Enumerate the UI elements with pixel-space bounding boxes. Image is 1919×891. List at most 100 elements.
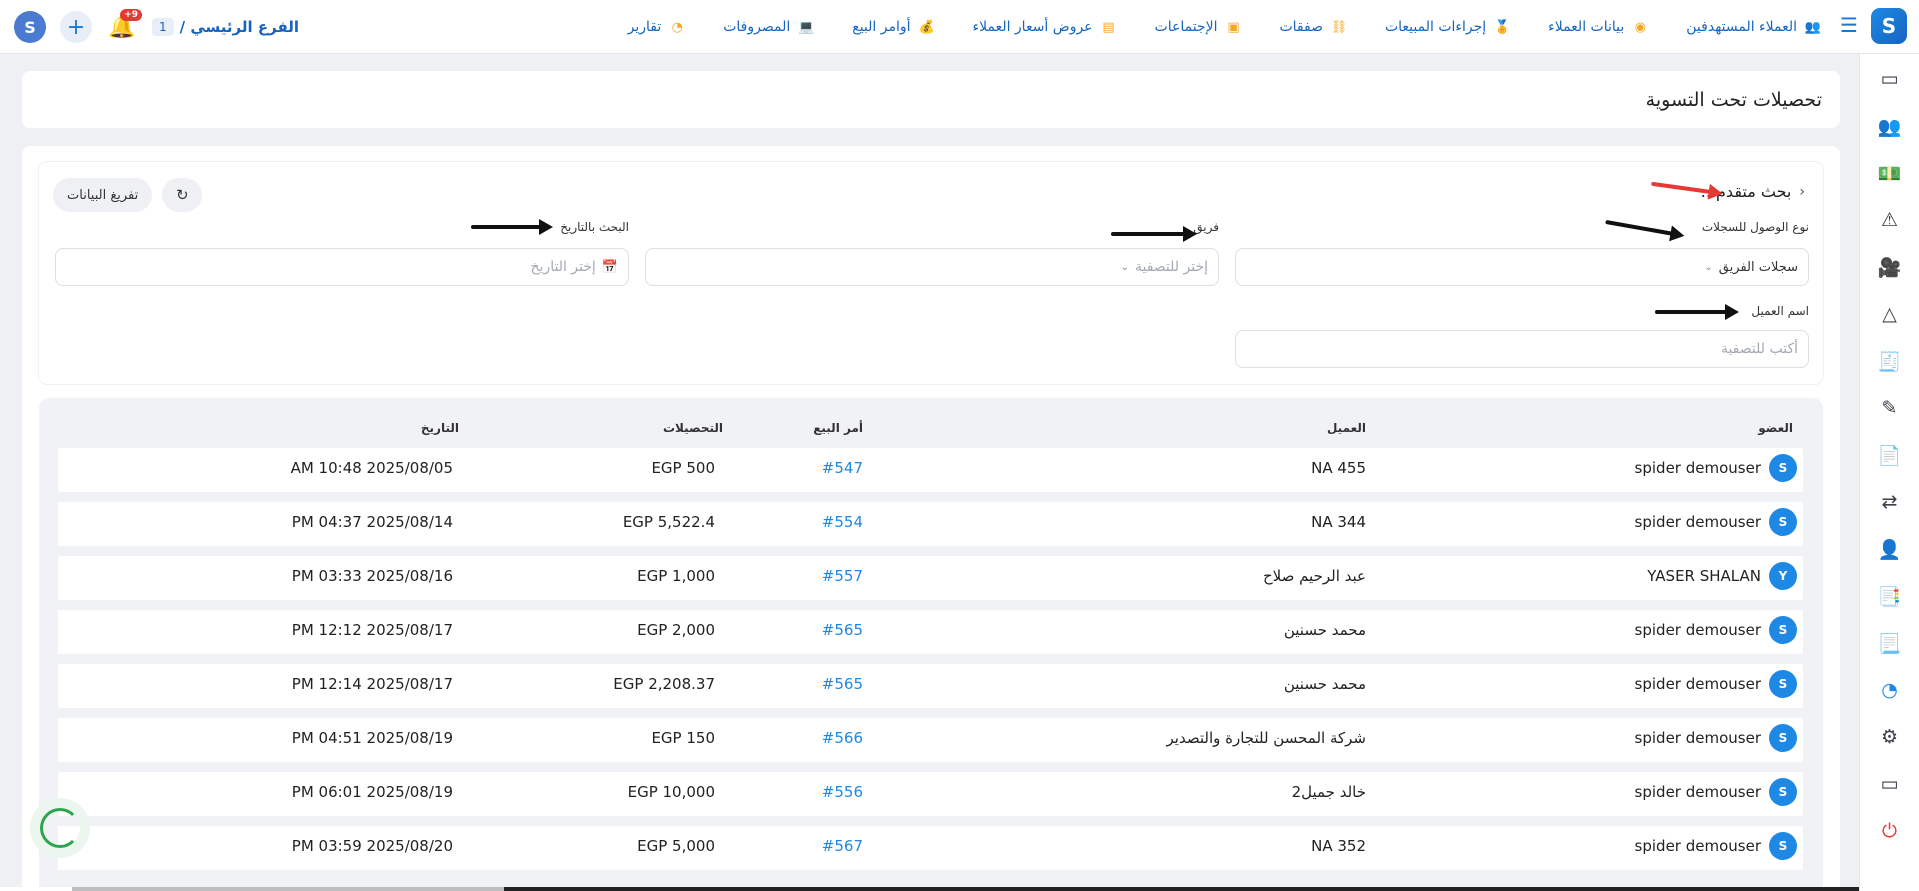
order-link[interactable]: #567 (822, 837, 863, 855)
date-cell: AM 10:48 2025/08/05 (290, 459, 453, 477)
table-header: العضو العميل أمر البيع التحصيلات التاريخ (39, 398, 1823, 448)
bottom-bar-segment (504, 887, 1859, 891)
order-link[interactable]: #554 (822, 513, 863, 531)
team-label: فريق (1193, 220, 1219, 234)
refresh-button[interactable]: ↻ (162, 178, 203, 212)
order-link[interactable]: #566 (822, 729, 863, 747)
hamburger-menu-icon[interactable]: ☰ (1839, 15, 1859, 35)
customer-name-input[interactable]: أكتب للتصفية (1235, 330, 1809, 368)
nav-item-customer-data[interactable]: ◉ بيانات العملاء (1548, 17, 1650, 37)
order-link[interactable]: #565 (822, 621, 863, 639)
notification-badge: +9 (120, 9, 142, 21)
sidebar-file-dollar-icon[interactable]: 📃 (1875, 628, 1905, 658)
sidebar-invoice-icon[interactable]: 🧾 (1875, 346, 1905, 376)
nav-item-sales-orders[interactable]: 💰 أوامر البيع (852, 17, 936, 37)
member-cell: S spider demouser (1635, 724, 1797, 752)
table-row[interactable]: S spider demouser NA 352 #567 EGP 5,000 … (58, 826, 1803, 870)
date-input[interactable]: إختر التاريخ 📅 (55, 248, 629, 286)
collections-table: العضو العميل أمر البيع التحصيلات التاريخ… (39, 398, 1823, 891)
sidebar-transfer-icon[interactable]: ⇄ (1875, 487, 1905, 517)
refresh-icon: ↻ (175, 186, 189, 204)
table-row[interactable]: S spider demouser NA 455 #547 EGP 500 AM… (58, 448, 1803, 492)
reports-icon: ◔ (671, 19, 683, 35)
access-type-value: سجلات الفريق (1718, 259, 1798, 275)
app-logo[interactable]: S (1871, 8, 1907, 44)
order-link[interactable]: #565 (822, 675, 863, 693)
header-date: التاريخ (420, 421, 459, 435)
date-cell: PM 03:33 2025/08/16 (291, 567, 453, 585)
table-row[interactable]: S spider demouser خالد جميل2 #556 EGP 10… (58, 772, 1803, 816)
table-row[interactable]: Y YASER SHALAN عبد الرحيم صلاح #557 EGP … (58, 556, 1803, 600)
customer-cell: NA 344 (1311, 513, 1366, 531)
bottom-progress-bar (0, 887, 1859, 891)
nav-item-label: صفقات (1279, 19, 1323, 35)
amount-cell: EGP 2,208.37 (613, 675, 715, 693)
customer-cell: NA 352 (1311, 837, 1366, 855)
nav-item-sales-actions[interactable]: 🏅 إجراءات المبيعات (1385, 17, 1512, 37)
sidebar-user-icon[interactable]: 👤 (1875, 534, 1905, 564)
sidebar-document-icon[interactable]: 📄 (1875, 440, 1905, 470)
filter-panel: ‹ بحث متقدم... تفريغ البيانات ↻ نوع الوص… (39, 162, 1823, 384)
nav-item-target-customers[interactable]: 👥 العملاء المستهدفين (1686, 17, 1823, 37)
nav-item-expenses[interactable]: 💻 المصروفات (723, 17, 816, 37)
order-link[interactable]: #547 (822, 459, 863, 477)
sidebar-cash-icon[interactable]: 💵 (1875, 158, 1905, 188)
clear-data-button[interactable]: تفريغ البيانات (53, 178, 153, 212)
sidebar-chart-icon[interactable]: ◔ (1875, 675, 1905, 705)
member-name: spider demouser (1634, 783, 1761, 801)
deals-icon: ⛓ (1330, 19, 1348, 35)
member-cell: S spider demouser (1635, 778, 1797, 806)
member-cell: S spider demouser (1635, 670, 1797, 698)
nav-item-reports[interactable]: ◔ تقارير (628, 17, 688, 37)
avatar: S (1769, 724, 1797, 752)
table-row[interactable]: S spider demouser محمد حسنين #565 EGP 2,… (58, 610, 1803, 654)
sales-orders-icon: 💰 (918, 19, 935, 35)
add-button[interactable]: + (60, 11, 92, 43)
nav-item-label: عروض أسعار العملاء (972, 19, 1093, 35)
customer-cell: NA 455 (1311, 459, 1366, 477)
sidebar-team-icon[interactable]: 👥 (1875, 111, 1905, 141)
nav-item-meetings[interactable]: ▣ الإجتماعات (1155, 17, 1244, 37)
sidebar-window-icon[interactable]: ▭ (1875, 769, 1905, 799)
sidebar-cards-icon[interactable]: ▭ (1875, 64, 1905, 94)
sidebar-triangle-icon[interactable]: △ (1875, 299, 1905, 329)
sidebar-warning-icon[interactable]: ⚠ (1875, 205, 1905, 235)
table-row[interactable]: S spider demouser NA 344 #554 EGP 5,522.… (58, 502, 1803, 546)
table-row[interactable]: S spider demouser شركة المحسن للتجارة وا… (58, 718, 1803, 762)
order-link[interactable]: #556 (822, 783, 863, 801)
avatar: S (1769, 778, 1797, 806)
member-cell: S spider demouser (1635, 616, 1797, 644)
notifications-button[interactable]: 🔔 +9 (106, 9, 142, 43)
branch-label: الفرع الرئيسي / (179, 18, 300, 36)
sidebar: ▭ 👥 💵 ⚠ 🎥 △ 🧾 ✎ 📄 ⇄ 👤 📑 📃 ◔ ⚙ ▭ ⏻ (1859, 54, 1919, 891)
team-select[interactable]: إختر للتصفية ⌄ (645, 248, 1219, 286)
sidebar-video-icon[interactable]: 🎥 (1875, 252, 1905, 282)
avatar: S (1769, 616, 1797, 644)
sidebar-pen-icon[interactable]: ✎ (1875, 393, 1905, 423)
table-row[interactable]: S spider demouser محمد حسنين #565 EGP 2,… (58, 664, 1803, 708)
nav-item-label: أوامر البيع (852, 19, 911, 35)
nav-item-deals[interactable]: ⛓ صفقات (1279, 17, 1349, 37)
sidebar-power-icon[interactable]: ⏻ (1875, 816, 1905, 846)
sidebar-settings-icon[interactable]: ⚙ (1875, 722, 1905, 752)
annotation-arrow (471, 219, 553, 235)
avatar: S (1769, 508, 1797, 536)
amount-cell: EGP 2,000 (637, 621, 715, 639)
date-cell: PM 12:12 2025/08/17 (291, 621, 453, 639)
customer-cell: محمد حسنين (1283, 675, 1366, 693)
order-link[interactable]: #557 (822, 567, 863, 585)
annotation-arrow (1111, 226, 1197, 242)
amount-cell: EGP 5,522.4 (622, 513, 715, 531)
date-label: البحث بالتاريخ (560, 220, 629, 234)
main-nav: 👥 العملاء المستهدفين ◉ بيانات العملاء 🏅 … (628, 0, 1823, 54)
sidebar-add-document-icon[interactable]: 📑 (1875, 581, 1905, 611)
page-title: تحصيلات تحت التسوية (1645, 88, 1822, 111)
nav-item-quotes[interactable]: ▤ عروض أسعار العملاء (973, 17, 1119, 37)
customer-cell: محمد حسنين (1283, 621, 1366, 639)
branch-selector[interactable]: الفرع الرئيسي / 1 (152, 18, 299, 36)
filter-actions: تفريغ البيانات ↻ (53, 178, 203, 212)
access-type-select[interactable]: سجلات الفريق ⌄ (1235, 248, 1809, 286)
customer-cell: عبد الرحيم صلاح (1262, 567, 1366, 585)
amount-cell: EGP 150 (651, 729, 715, 747)
secondary-logo-icon[interactable]: S (14, 11, 46, 43)
